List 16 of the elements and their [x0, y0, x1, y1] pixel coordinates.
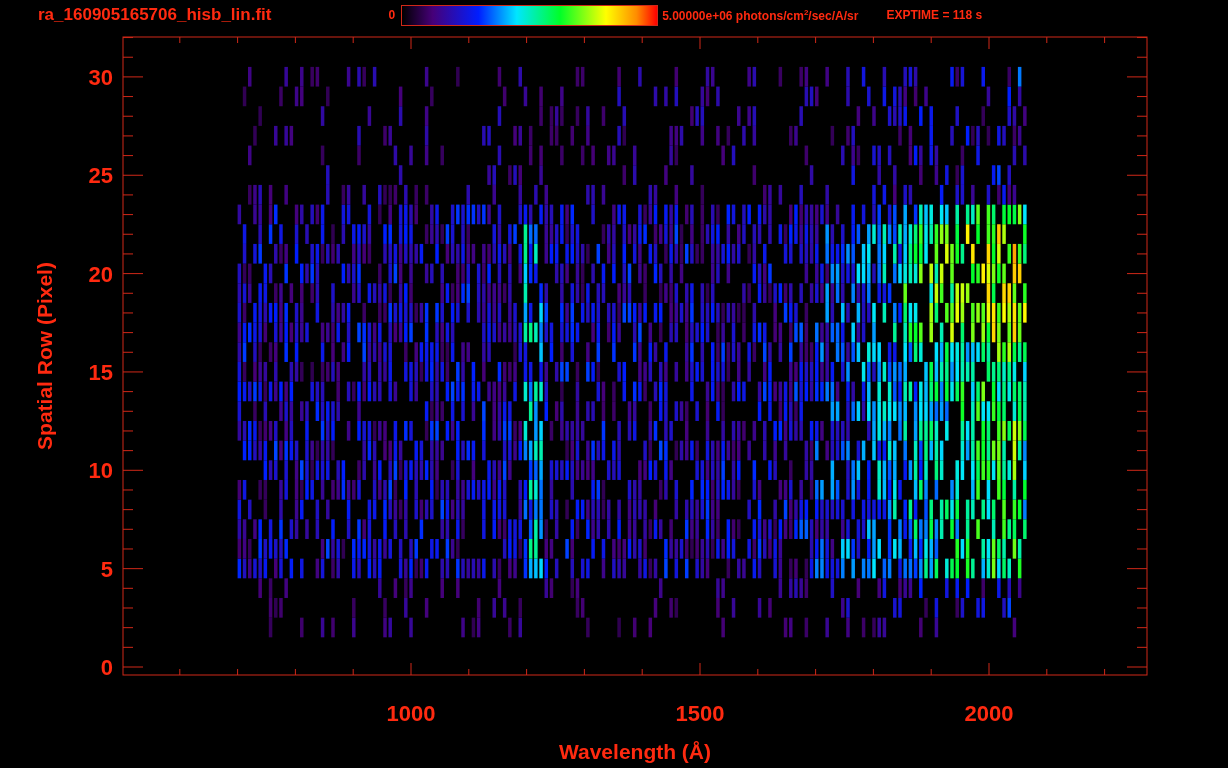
y-tick-label: 30 [88, 64, 113, 90]
colorbar-min-label: 0 [388, 8, 396, 22]
y-tick-label: 5 [100, 556, 113, 582]
exposure-time: EXPTIME = 118 s [886, 8, 983, 22]
y-tick-label: 20 [88, 261, 113, 287]
y-tick-label: 25 [88, 163, 113, 189]
x-tick-label: 2000 [964, 701, 1014, 726]
x-axis-label: Wavelength (Å) [558, 740, 712, 763]
y-axis-label: Spatial Row (Pixel) [33, 262, 56, 450]
y-tick-label: 0 [100, 655, 113, 680]
y-tick-label: 10 [88, 458, 113, 484]
x-tick-label: 1000 [386, 701, 436, 726]
x-tick-label: 1500 [675, 701, 725, 726]
y-tick-label: 15 [88, 359, 113, 385]
colorbar-max-label: 5.00000e+06 photons/cm$^{2}$/sec/A/sr [662, 7, 859, 23]
plot-title: ra_160905165706_hisb_lin.fit [38, 5, 272, 25]
